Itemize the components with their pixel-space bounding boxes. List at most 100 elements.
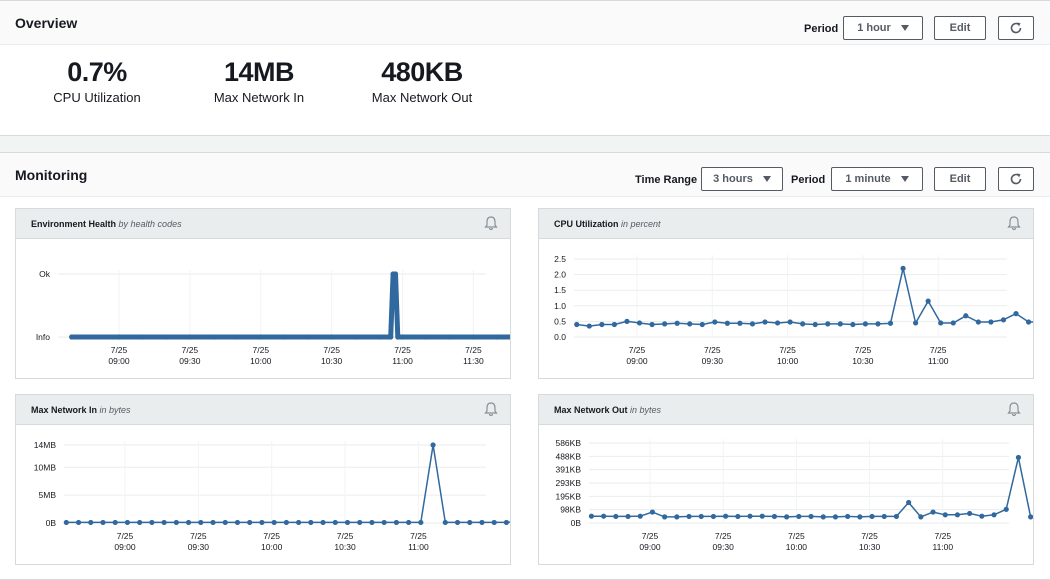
- edit-button[interactable]: Edit: [934, 16, 986, 40]
- y-tick-label: 2.0: [554, 270, 566, 280]
- panel-environment-health: Environment Health by health codes Info O…: [15, 208, 511, 379]
- data-point: [649, 509, 656, 515]
- data-point: [116, 334, 122, 340]
- series-line: [590, 456, 1032, 518]
- data-point: [69, 334, 75, 340]
- data-point: [613, 513, 619, 520]
- monitoring-title: Monitoring: [15, 167, 88, 183]
- bell-icon[interactable]: [1007, 401, 1021, 417]
- data-point: [712, 319, 718, 325]
- y-tick-label: 0B: [571, 518, 582, 528]
- monitoring-header: Monitoring Time Range 3 hours Period 1 m…: [0, 153, 1050, 197]
- x-tick-label: 10:00: [250, 356, 272, 366]
- data-point: [881, 513, 887, 520]
- panel-max-network-in: Max Network In in bytes 14MB 10MB 5MB 0B 7/2…: [15, 394, 511, 565]
- panel-cpu-utilization: CPU Utilization in percent 2.5 2.0 1.5 1.0 0…: [538, 208, 1034, 379]
- time-range-select[interactable]: 3 hours: [701, 167, 783, 191]
- data-point: [1015, 454, 1022, 461]
- data-point: [759, 513, 765, 519]
- data-point: [988, 319, 994, 325]
- data-point: [1028, 514, 1033, 520]
- data-point: [771, 513, 778, 520]
- data-point: [352, 334, 358, 340]
- y-tick-label: 0.5: [554, 316, 566, 326]
- data-point: [762, 319, 768, 325]
- data-point: [574, 321, 580, 328]
- data-point: [747, 513, 753, 519]
- panel-title-text: CPU Utilization: [554, 219, 619, 229]
- x-tick-label: 10:30: [321, 356, 343, 366]
- data-point: [198, 519, 204, 526]
- x-tick-label: 09:00: [114, 542, 136, 552]
- data-point: [837, 321, 843, 327]
- data-point: [624, 318, 630, 324]
- panel-subtitle: in bytes: [99, 405, 131, 415]
- monitoring-period-select[interactable]: 1 minute: [831, 167, 923, 191]
- caret-down-icon: [900, 25, 909, 31]
- data-point: [913, 320, 919, 326]
- data-point: [234, 334, 240, 340]
- data-point: [862, 321, 869, 327]
- y-tick-label: 391KB: [555, 465, 581, 475]
- bell-icon[interactable]: [484, 401, 498, 417]
- data-point: [210, 334, 217, 340]
- data-point: [674, 320, 680, 326]
- data-point: [950, 320, 956, 326]
- refresh-icon: [1010, 22, 1022, 34]
- data-point: [735, 513, 741, 520]
- data-point: [991, 512, 997, 518]
- x-tick-label: 11:00: [408, 542, 429, 552]
- data-point: [1003, 506, 1009, 512]
- series-line: [69, 271, 510, 340]
- monitoring-refresh-button[interactable]: [998, 167, 1034, 191]
- x-tick-label: 7/25: [117, 531, 134, 541]
- time-range-label: Time Range: [635, 174, 698, 186]
- y-tick-label: 2.5: [554, 254, 566, 264]
- data-point: [906, 499, 912, 506]
- panel-subtitle: in bytes: [630, 405, 662, 415]
- data-point: [234, 519, 241, 526]
- monitoring-period-label: Period: [791, 174, 826, 186]
- bell-icon[interactable]: [1007, 215, 1021, 231]
- data-point: [699, 321, 705, 328]
- x-tick-label: 7/25: [410, 531, 427, 541]
- data-point: [774, 320, 781, 326]
- panel-subtitle: in percent: [621, 219, 661, 229]
- data-point: [893, 513, 900, 520]
- data-point: [845, 513, 851, 520]
- data-point: [494, 334, 500, 340]
- data-point: [1025, 319, 1032, 325]
- data-point: [88, 519, 94, 526]
- data-point: [258, 334, 264, 340]
- data-point: [975, 319, 981, 325]
- data-point: [812, 321, 818, 328]
- data-point: [423, 334, 429, 340]
- x-tick-label: 7/25: [704, 345, 721, 355]
- x-tick-label: 09:00: [108, 356, 130, 366]
- data-point: [259, 519, 265, 526]
- metric-value: 0.7%: [67, 57, 127, 87]
- monitoring-edit-button[interactable]: Edit: [934, 167, 986, 191]
- refresh-button[interactable]: [998, 16, 1034, 40]
- x-tick-label: 7/25: [715, 531, 732, 541]
- data-point: [222, 519, 228, 526]
- data-point: [918, 514, 924, 520]
- data-point: [491, 519, 497, 526]
- data-point: [832, 514, 839, 520]
- data-point: [329, 334, 335, 340]
- x-tick-label: 09:30: [179, 356, 201, 366]
- x-tick-label: 7/25: [935, 531, 952, 541]
- data-point: [305, 334, 311, 340]
- data-point: [393, 519, 399, 526]
- y-tick-label: 1.5: [554, 285, 566, 295]
- period-select[interactable]: 1 hour: [843, 16, 923, 40]
- x-tick-label: 7/25: [861, 531, 878, 541]
- bell-icon[interactable]: [484, 215, 498, 231]
- data-point: [430, 442, 436, 448]
- panel-header: CPU Utilization in percent: [539, 209, 1033, 239]
- data-point: [369, 519, 375, 526]
- metric-value: 480KB: [381, 57, 463, 87]
- overview-section: Overview Period 1 hour Edit 0.7% CPU Uti…: [0, 0, 1050, 136]
- data-point: [406, 519, 412, 526]
- x-tick-label: 11:00: [932, 542, 953, 552]
